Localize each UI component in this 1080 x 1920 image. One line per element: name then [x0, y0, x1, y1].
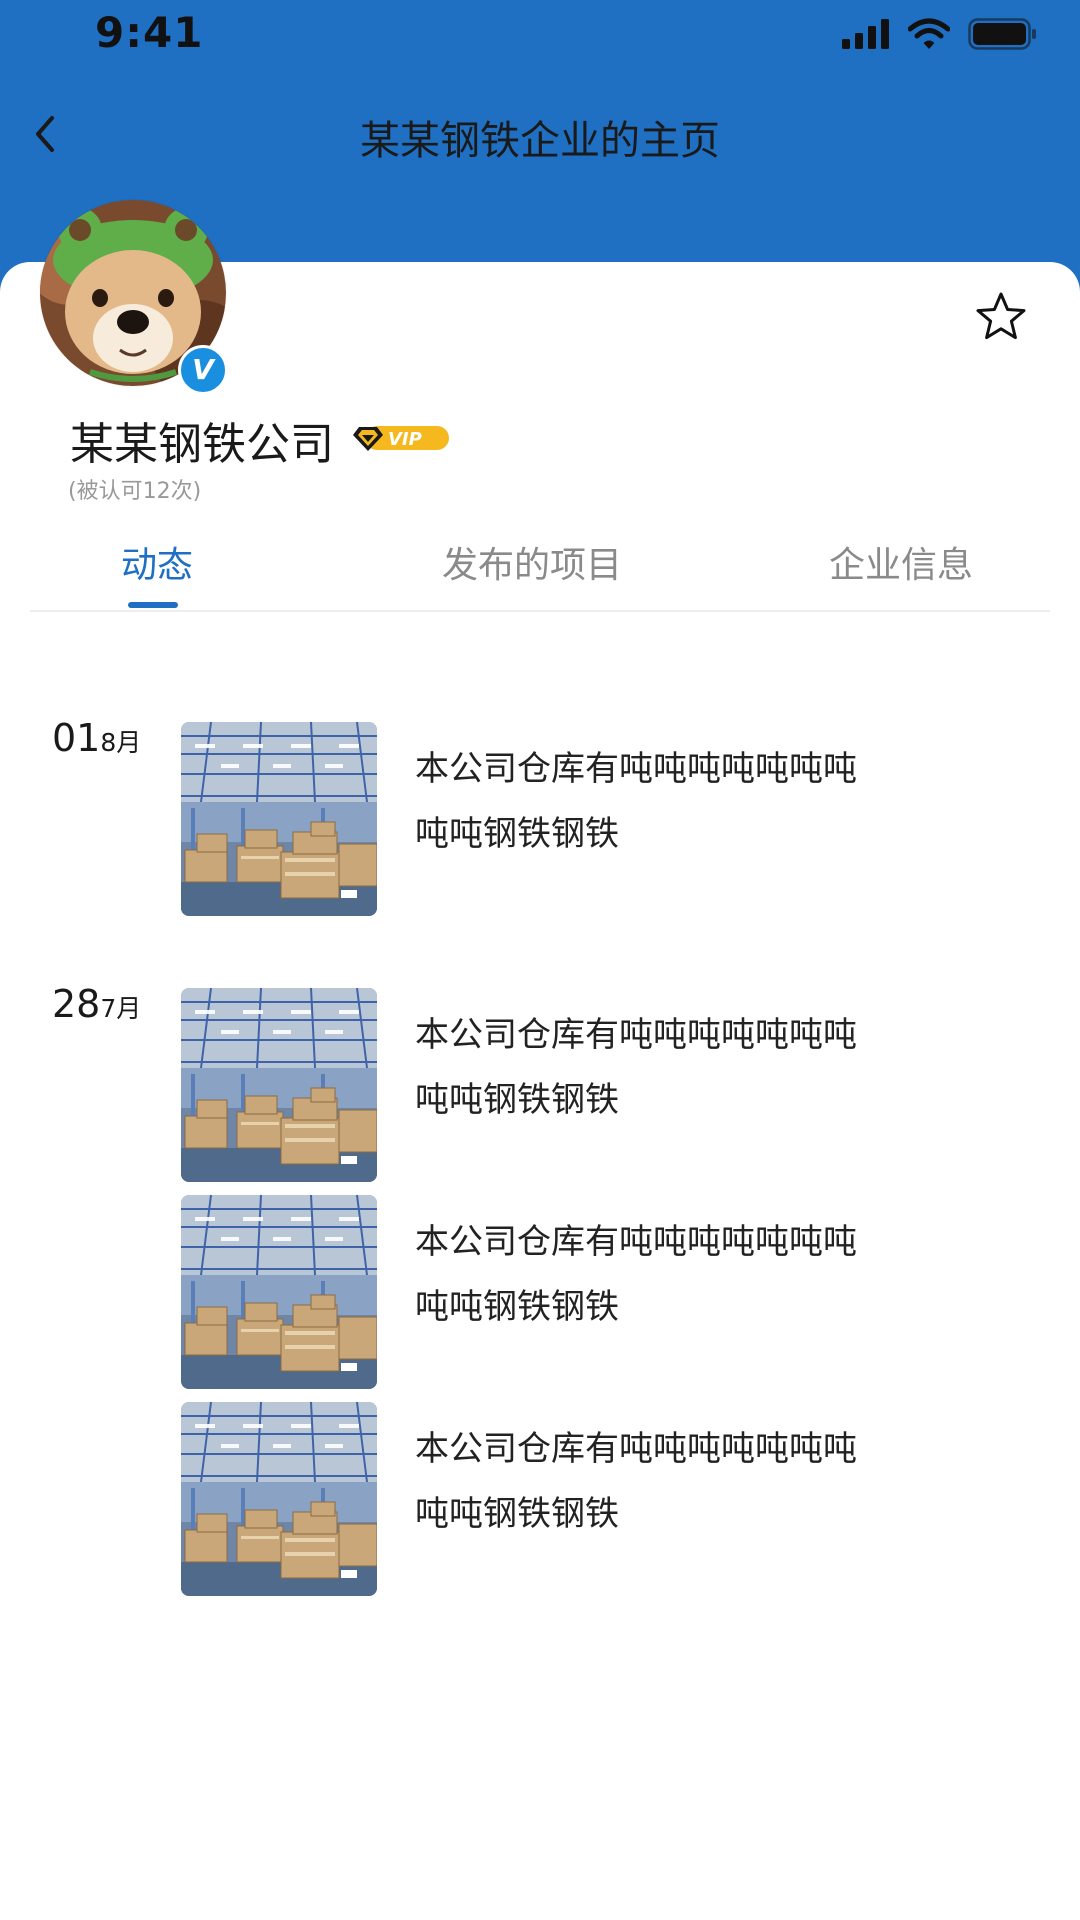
feed-date: 287月	[52, 982, 141, 1026]
signal-icon	[842, 19, 889, 49]
feed-date: 018月	[52, 716, 141, 760]
post-thumbnail[interactable]	[181, 722, 377, 916]
wifi-icon	[908, 18, 950, 49]
post-text-line: 本公司仓库有吨吨吨吨吨吨吨	[415, 1015, 857, 1055]
post-thumbnail[interactable]	[181, 1195, 377, 1389]
navigation-bar: 某某钢铁企业的主页	[0, 90, 1080, 180]
warehouse-image	[181, 988, 377, 1182]
post-text-line: 吨吨钢铁钢铁	[415, 1494, 619, 1534]
tab-feed[interactable]: 动态	[121, 536, 193, 588]
warehouse-image	[181, 722, 377, 916]
vip-label: VIP	[388, 429, 422, 450]
battery-icon	[968, 18, 1036, 50]
feed-date-month: 8月	[100, 728, 142, 757]
active-tab-indicator	[128, 602, 178, 608]
post-thumbnail[interactable]	[181, 988, 377, 1182]
status-bar: 9:41	[0, 0, 1080, 66]
warehouse-image	[181, 1402, 377, 1596]
post-text[interactable]: 本公司仓库有吨吨吨吨吨吨吨 吨吨钢铁钢铁	[415, 1210, 935, 1340]
star-icon[interactable]	[974, 290, 1028, 344]
tab-published-projects[interactable]: 发布的项目	[442, 536, 622, 588]
tab-company-info[interactable]: 企业信息	[829, 536, 973, 588]
post-text-line: 本公司仓库有吨吨吨吨吨吨吨	[415, 749, 857, 789]
feed-date-day: 28	[52, 982, 101, 1026]
post-text-line: 本公司仓库有吨吨吨吨吨吨吨	[415, 1222, 857, 1262]
status-time: 9:41	[95, 8, 204, 57]
recognition-count: (被认可12次)	[68, 479, 202, 504]
post-text-line: 本公司仓库有吨吨吨吨吨吨吨	[415, 1429, 857, 1469]
verified-badge: V	[178, 345, 228, 395]
post-text-line: 吨吨钢铁钢铁	[415, 1080, 619, 1120]
feed-date-month: 7月	[100, 994, 142, 1023]
company-name: 某某钢铁公司	[70, 419, 334, 470]
warehouse-image	[181, 1195, 377, 1389]
vip-badge: VIP	[353, 426, 449, 451]
post-text[interactable]: 本公司仓库有吨吨吨吨吨吨吨 吨吨钢铁钢铁	[415, 1003, 935, 1133]
post-text[interactable]: 本公司仓库有吨吨吨吨吨吨吨 吨吨钢铁钢铁	[415, 737, 935, 867]
status-icons	[842, 14, 1038, 54]
post-text-line: 吨吨钢铁钢铁	[415, 814, 619, 854]
feed-date-day: 01	[52, 716, 101, 760]
tab-bar: 动态 发布的项目 企业信息	[30, 530, 1050, 612]
post-text[interactable]: 本公司仓库有吨吨吨吨吨吨吨 吨吨钢铁钢铁	[415, 1417, 935, 1547]
post-text-line: 吨吨钢铁钢铁	[415, 1287, 619, 1327]
post-thumbnail[interactable]	[181, 1402, 377, 1596]
page-title: 某某钢铁企业的主页	[360, 118, 720, 164]
